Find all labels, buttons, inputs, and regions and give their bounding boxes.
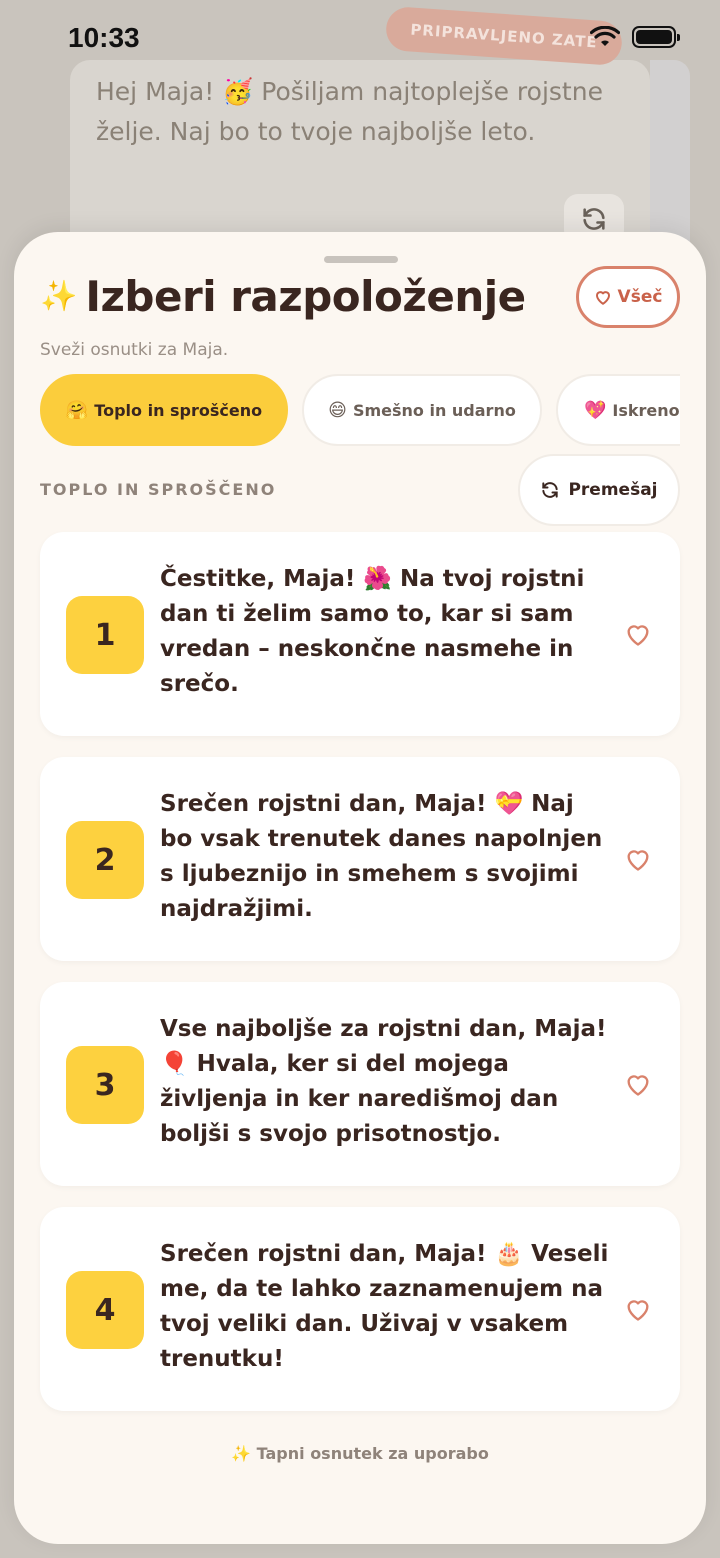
- shuffle-button[interactable]: Premešaj: [518, 454, 680, 526]
- background-message: Hej Maja! 🥳 Pošiljam najtoplejše rojstne…: [96, 77, 603, 146]
- chip-label: Smešno in udarno: [352, 400, 516, 420]
- mood-chips: 🤗 Toplo in sproščeno 😄 Smešno in udarno …: [40, 374, 680, 446]
- shuffle-icon: [542, 482, 559, 498]
- shuffle-label: Premešaj: [568, 480, 658, 500]
- footer-hint: ✨ Tapni osnutek za uporabo: [14, 1444, 706, 1463]
- heart-icon[interactable]: [624, 1070, 652, 1098]
- grin-emoji-icon: 😄: [328, 399, 347, 421]
- sparkle-icon: ✨: [40, 279, 78, 314]
- chip-iskreno[interactable]: 💖 Iskreno: [556, 374, 680, 446]
- mood-sheet: ✨ Izberi razpoloženje Všeč Sveži osnutki…: [14, 232, 706, 1544]
- draft-number: 1: [66, 596, 144, 674]
- wifi-icon: [590, 26, 620, 46]
- sparkle-icon: ✨: [231, 1444, 252, 1463]
- draft-text: Srečen rojstni dan, Maja! 🎂 Veseli me, d…: [160, 1241, 609, 1372]
- heart-icon[interactable]: [624, 845, 652, 873]
- chip-smesno[interactable]: 😄 Smešno in udarno: [302, 374, 542, 446]
- draft-number: 2: [66, 821, 144, 899]
- status-icons: [590, 26, 680, 48]
- draft-number: 3: [66, 1046, 144, 1124]
- prepared-badge: PRIPRAVLJENO ZATE: [384, 5, 624, 67]
- draft-card[interactable]: 1 Čestitke, Maja! 🌺 Na tvoj rojstni dan …: [40, 532, 680, 736]
- draft-card[interactable]: 2 Srečen rojstni dan, Maja! 💝 Naj bo vsa…: [40, 757, 680, 961]
- draft-text: Čestitke, Maja! 🌺 Na tvoj rojstni dan ti…: [160, 566, 585, 697]
- favorites-label: Všeč: [617, 287, 663, 307]
- status-time: 10:33: [68, 22, 140, 53]
- draft-text: Vse najboljše za rojstni dan, Maja! 🎈 Hv…: [160, 1016, 607, 1147]
- heart-icon: [595, 291, 610, 305]
- chip-toplo[interactable]: 🤗 Toplo in sproščeno: [40, 374, 288, 446]
- sheet-grabber[interactable]: [324, 256, 398, 263]
- footer-hint-text: Tapni osnutek za uporabo: [256, 1444, 489, 1463]
- draft-card[interactable]: 3 Vse najboljše za rojstni dan, Maja! 🎈 …: [40, 982, 680, 1186]
- sheet-title: Izberi razpoloženje: [85, 272, 526, 321]
- draft-card[interactable]: 4 Srečen rojstni dan, Maja! 🎂 Veseli me,…: [40, 1207, 680, 1411]
- chip-label: Toplo in sproščeno: [94, 400, 263, 420]
- hug-emoji-icon: 🤗: [65, 399, 89, 421]
- heart-icon[interactable]: [624, 620, 652, 648]
- draft-text: Srečen rojstni dan, Maja! 💝 Naj bo vsak …: [160, 791, 603, 922]
- title-row: ✨ Izberi razpoloženje: [40, 272, 526, 321]
- heart-icon[interactable]: [624, 1295, 652, 1323]
- chip-label: Iskreno: [612, 400, 680, 420]
- draft-number: 4: [66, 1271, 144, 1349]
- section-label: TOPLO IN SPROŠČENO: [40, 480, 277, 499]
- battery-icon: [632, 26, 680, 48]
- sheet-subtitle: Sveži osnutki za Maja.: [40, 340, 229, 360]
- favorites-button[interactable]: Všeč: [576, 266, 680, 328]
- sparkling-heart-emoji-icon: 💖: [584, 399, 607, 421]
